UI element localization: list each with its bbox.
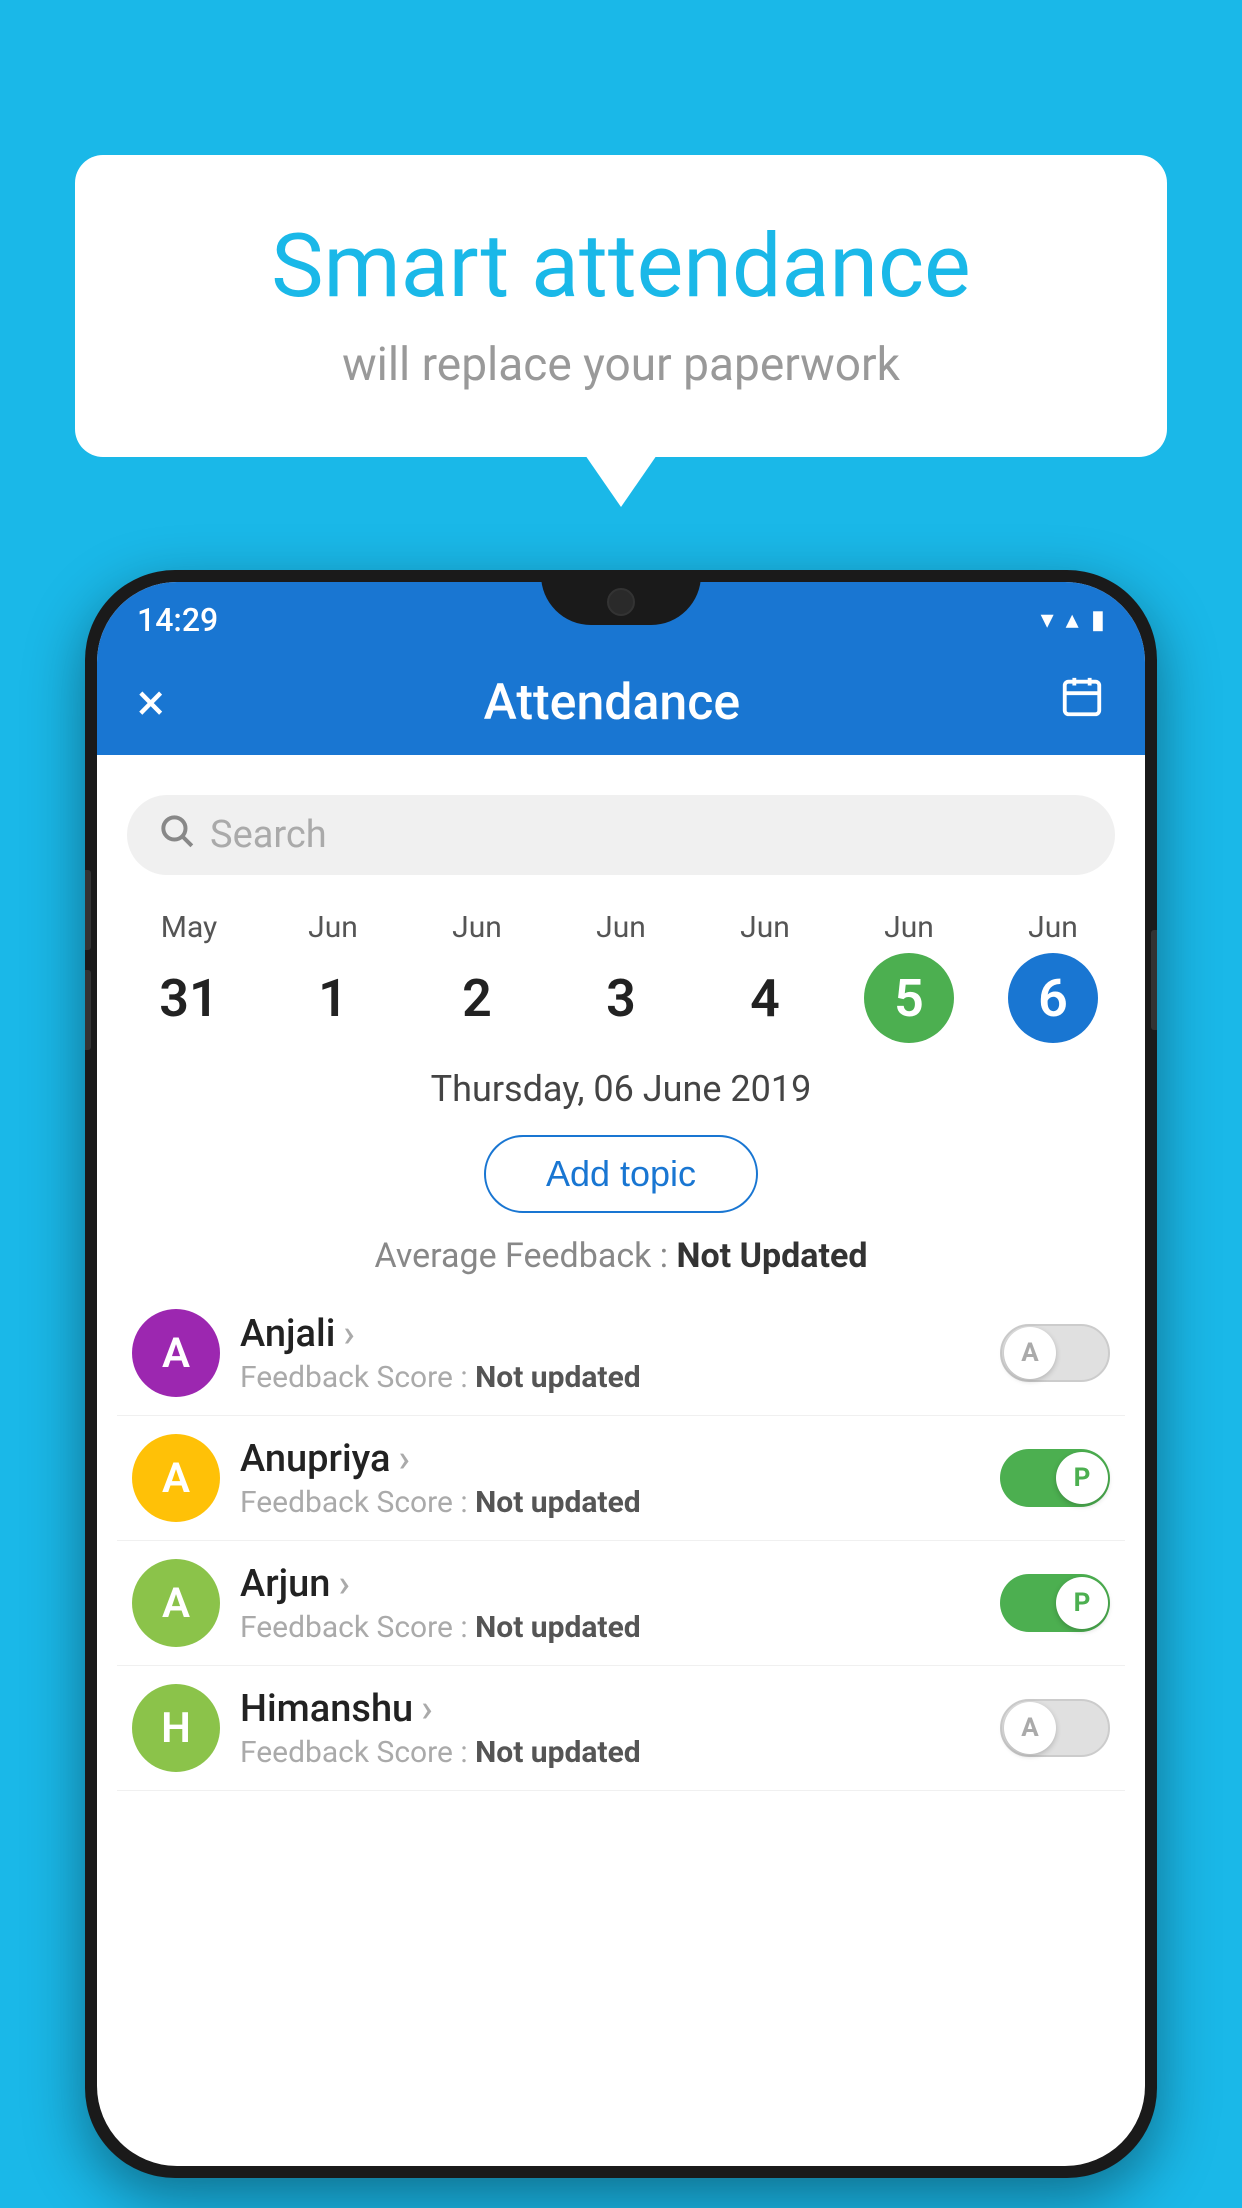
attendance-toggle-2[interactable]: P	[1000, 1574, 1110, 1632]
student-name-3[interactable]: Himanshu	[240, 1687, 980, 1731]
content-area: Search May 31 Jun 1 Jun 2 Jun 3 Jun 4 Jun 5 Jun 6 Thu…	[97, 755, 1145, 1811]
student-feedback-2: Feedback Score : Not updated	[240, 1610, 980, 1645]
volume-down-button[interactable]	[85, 970, 91, 1050]
student-avatar-1: A	[132, 1434, 220, 1522]
student-name-2[interactable]: Arjun	[240, 1562, 980, 1606]
speech-bubble-container: Smart attendance will replace your paper…	[75, 155, 1167, 457]
date-month-3: Jun	[596, 910, 646, 945]
date-selector: May 31 Jun 1 Jun 2 Jun 3 Jun 4 Jun 5 Jun 6	[97, 890, 1145, 1043]
battery-icon: ▮	[1091, 605, 1105, 635]
avg-feedback-label: Average Feedback :	[375, 1236, 669, 1276]
student-info-1: Anupriya Feedback Score : Not updated	[240, 1437, 980, 1520]
phone-notch	[541, 570, 701, 625]
student-item-3[interactable]: H Himanshu Feedback Score : Not updated A	[117, 1666, 1125, 1791]
date-item-3[interactable]: Jun 3	[576, 910, 666, 1043]
student-info-3: Himanshu Feedback Score : Not updated	[240, 1687, 980, 1770]
toggle-knob-2: P	[1056, 1577, 1108, 1629]
student-feedback-3: Feedback Score : Not updated	[240, 1735, 980, 1770]
student-info-0: Anjali Feedback Score : Not updated	[240, 1312, 980, 1395]
date-month-1: Jun	[308, 910, 358, 945]
student-item-0[interactable]: A Anjali Feedback Score : Not updated A	[117, 1291, 1125, 1416]
avg-feedback-value: Not Updated	[676, 1236, 867, 1276]
student-name-0[interactable]: Anjali	[240, 1312, 980, 1356]
power-button[interactable]	[1151, 930, 1157, 1030]
selected-date-label: Thursday, 06 June 2019	[97, 1043, 1145, 1120]
student-feedback-0: Feedback Score : Not updated	[240, 1360, 980, 1395]
phone-screen: 14:29 ▾ ▴ ▮ × Attendance	[97, 582, 1145, 2166]
toggle-knob-1: P	[1056, 1452, 1108, 1504]
app-header: × Attendance	[97, 650, 1145, 755]
phone-camera	[607, 588, 635, 616]
date-item-0[interactable]: May 31	[144, 910, 234, 1043]
date-day-1[interactable]: 1	[288, 953, 378, 1043]
header-title: Attendance	[484, 674, 741, 732]
status-time: 14:29	[137, 601, 218, 639]
date-item-2[interactable]: Jun 2	[432, 910, 522, 1043]
speech-bubble: Smart attendance will replace your paper…	[75, 155, 1167, 457]
search-icon	[157, 811, 195, 859]
student-name-1[interactable]: Anupriya	[240, 1437, 980, 1481]
avg-feedback: Average Feedback : Not Updated	[97, 1228, 1145, 1291]
toggle-knob-0: A	[1004, 1327, 1056, 1379]
status-icons: ▾ ▴ ▮	[1041, 605, 1105, 635]
date-month-6: Jun	[1028, 910, 1078, 945]
date-day-4[interactable]: 4	[720, 953, 810, 1043]
date-day-3[interactable]: 3	[576, 953, 666, 1043]
student-list: AAnjaliFeedback Score : Not updatedAAAnu…	[97, 1291, 1145, 1791]
attendance-toggle-1[interactable]: P	[1000, 1449, 1110, 1507]
date-item-5[interactable]: Jun 5	[864, 910, 954, 1043]
phone-frame: 14:29 ▾ ▴ ▮ × Attendance	[85, 570, 1157, 2178]
toggle-knob-3: A	[1004, 1702, 1056, 1754]
student-avatar-0: A	[132, 1309, 220, 1397]
date-day-2[interactable]: 2	[432, 953, 522, 1043]
volume-up-button[interactable]	[85, 870, 91, 950]
student-info-2: Arjun Feedback Score : Not updated	[240, 1562, 980, 1645]
student-feedback-1: Feedback Score : Not updated	[240, 1485, 980, 1520]
student-item-1[interactable]: A Anupriya Feedback Score : Not updated P	[117, 1416, 1125, 1541]
signal-icon: ▴	[1066, 605, 1079, 635]
attendance-toggle-0[interactable]: A	[1000, 1324, 1110, 1382]
speech-bubble-title: Smart attendance	[155, 215, 1087, 318]
date-month-2: Jun	[452, 910, 502, 945]
add-topic-button[interactable]: Add topic	[484, 1135, 758, 1213]
date-month-4: Jun	[740, 910, 790, 945]
speech-bubble-subtitle: will replace your paperwork	[155, 338, 1087, 392]
date-month-0: May	[161, 910, 217, 945]
date-item-1[interactable]: Jun 1	[288, 910, 378, 1043]
student-avatar-3: H	[132, 1684, 220, 1772]
search-bar[interactable]: Search	[127, 795, 1115, 875]
date-day-0[interactable]: 31	[144, 953, 234, 1043]
calendar-icon[interactable]	[1059, 674, 1105, 732]
date-item-4[interactable]: Jun 4	[720, 910, 810, 1043]
date-day-5[interactable]: 5	[864, 953, 954, 1043]
student-item-2[interactable]: A Arjun Feedback Score : Not updated P	[117, 1541, 1125, 1666]
search-input[interactable]: Search	[210, 813, 327, 857]
date-item-6[interactable]: Jun 6	[1008, 910, 1098, 1043]
close-button[interactable]: ×	[137, 672, 165, 733]
date-day-6[interactable]: 6	[1008, 953, 1098, 1043]
wifi-icon: ▾	[1041, 605, 1054, 635]
date-month-5: Jun	[884, 910, 934, 945]
student-avatar-2: A	[132, 1559, 220, 1647]
attendance-toggle-3[interactable]: A	[1000, 1699, 1110, 1757]
